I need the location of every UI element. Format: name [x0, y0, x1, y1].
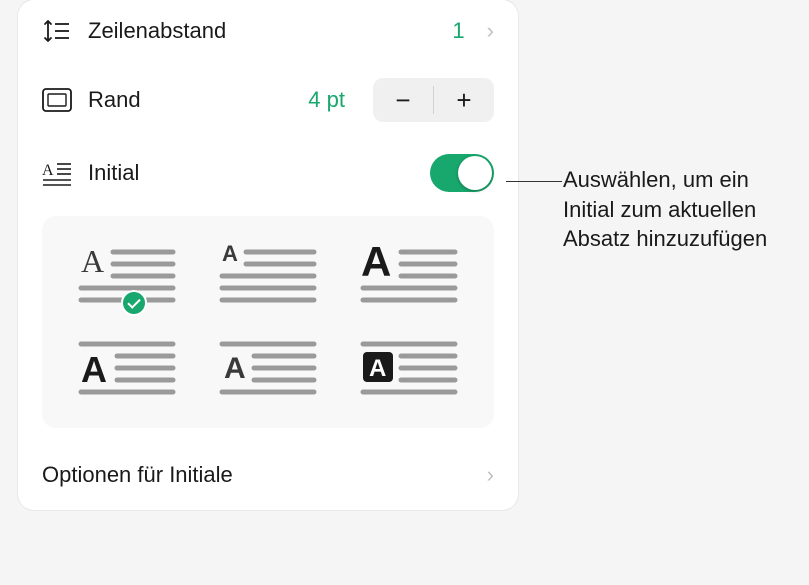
callout-leader-line	[506, 181, 562, 182]
svg-text:A: A	[42, 162, 54, 179]
svg-text:A: A	[222, 242, 238, 266]
initial-styles-grid: A A	[42, 216, 494, 428]
line-spacing-row[interactable]: Zeilenabstand 1 ›	[18, 0, 518, 62]
chevron-right-icon: ›	[487, 18, 494, 44]
svg-text:A: A	[81, 349, 107, 390]
toggle-knob	[458, 156, 492, 190]
initial-options-label: Optionen für Initiale	[42, 462, 233, 488]
svg-text:A: A	[224, 352, 246, 385]
line-spacing-label: Zeilenabstand	[88, 18, 436, 44]
margin-decrease-button[interactable]: −	[373, 78, 433, 122]
initial-style-option-1[interactable]: A	[56, 230, 197, 322]
chevron-right-icon: ›	[487, 462, 494, 488]
line-spacing-value: 1	[452, 18, 464, 44]
initial-style-option-3[interactable]: A	[339, 230, 480, 322]
svg-text:A: A	[369, 355, 386, 382]
initial-style-option-5[interactable]: A	[197, 322, 338, 414]
margin-increase-button[interactable]: +	[434, 78, 494, 122]
margin-stepper: − +	[373, 78, 494, 122]
initial-options-link[interactable]: Optionen für Initiale ›	[18, 444, 518, 510]
initial-style-option-4[interactable]: A	[56, 322, 197, 414]
margin-row: Rand 4 pt − +	[18, 62, 518, 138]
check-icon	[121, 290, 147, 316]
drop-cap-icon: A	[42, 158, 72, 188]
callout-text: Auswählen, um ein Initial zum aktuellen …	[563, 165, 793, 254]
margin-label: Rand	[88, 87, 292, 113]
margin-icon	[42, 85, 72, 115]
svg-text:A: A	[81, 243, 104, 279]
text-format-panel: Zeilenabstand 1 › Rand 4 pt − + A	[18, 0, 518, 510]
initial-style-option-6[interactable]: A	[339, 322, 480, 414]
margin-value: 4 pt	[308, 87, 345, 113]
initial-row: A Initial	[18, 138, 518, 208]
svg-text:A: A	[361, 242, 391, 285]
initial-style-option-2[interactable]: A	[197, 230, 338, 322]
initial-toggle[interactable]	[430, 154, 494, 192]
line-spacing-icon	[42, 16, 72, 46]
initial-label: Initial	[88, 160, 414, 186]
